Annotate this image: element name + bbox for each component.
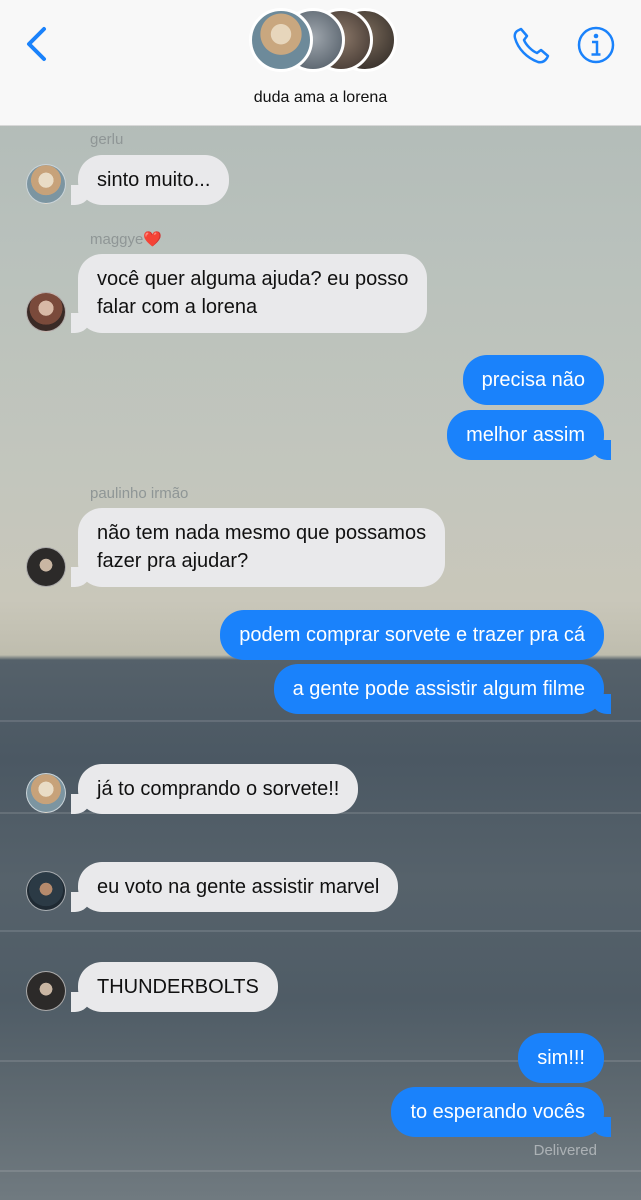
message-bubble[interactable]: sim!!! [518, 1033, 604, 1083]
group-avatars[interactable] [247, 8, 397, 78]
avatar [26, 773, 66, 813]
message-bubble[interactable]: a gente pode assistir algum filme [273, 664, 612, 714]
message-bubble[interactable]: melhor assim [447, 410, 611, 460]
message-text: podem comprar sorvete e trazer pra cá [239, 624, 585, 646]
message-bubble[interactable]: eu voto na gente assistir marvel [70, 862, 399, 912]
group-name[interactable]: duda ama a lorena [0, 89, 641, 107]
message-text: sinto muito... [97, 169, 211, 191]
message-bubble[interactable]: já to comprando o sorvete!! [70, 764, 359, 814]
sender-name: maggye❤️ [90, 231, 163, 248]
message-bubble[interactable]: você quer alguma ajuda? eu posso falar c… [70, 254, 428, 333]
message-text: eu voto na gente assistir marvel [97, 876, 380, 898]
chevron-left-icon[interactable] [22, 24, 52, 64]
avatar [249, 8, 313, 72]
conversation-header: duda ama a lorena [0, 0, 641, 126]
avatar [26, 547, 66, 587]
sender-name: gerlu [90, 131, 124, 148]
message-text: a gente pode assistir algum filme [292, 678, 585, 700]
message-bubble[interactable]: to esperando vocês [391, 1087, 611, 1137]
info-icon[interactable] [576, 25, 616, 65]
message-text: precisa não [481, 369, 585, 391]
message-text-line: falar com a lorena [97, 296, 258, 318]
message-bubble[interactable]: sinto muito... [70, 155, 230, 205]
delivery-status: Delivered [533, 1142, 597, 1159]
message-text-line: não tem nada mesmo que possamos [97, 522, 427, 544]
message-bubble[interactable]: precisa não [462, 355, 604, 405]
message-bubble[interactable]: podem comprar sorvete e trazer pra cá [220, 610, 604, 660]
wave-line [0, 720, 641, 722]
message-text: já to comprando o sorvete!! [97, 778, 340, 800]
wave-line [0, 930, 641, 932]
avatar [26, 164, 66, 204]
message-text: to esperando vocês [410, 1101, 585, 1123]
phone-icon[interactable] [510, 25, 552, 67]
avatar [26, 971, 66, 1011]
avatar [26, 871, 66, 911]
message-bubble[interactable]: não tem nada mesmo que possamos fazer pr… [70, 508, 446, 587]
message-text: melhor assim [466, 424, 585, 446]
sender-name: paulinho irmão [90, 485, 189, 502]
message-bubble[interactable]: THUNDERBOLTS [71, 962, 278, 1012]
message-text: THUNDERBOLTS [97, 976, 259, 998]
avatar [26, 292, 66, 332]
message-text-line: você quer alguma ajuda? eu posso [97, 268, 409, 290]
wave-line [0, 1170, 641, 1172]
message-text: sim!!! [537, 1047, 585, 1069]
message-text-line: fazer pra ajudar? [97, 550, 249, 572]
